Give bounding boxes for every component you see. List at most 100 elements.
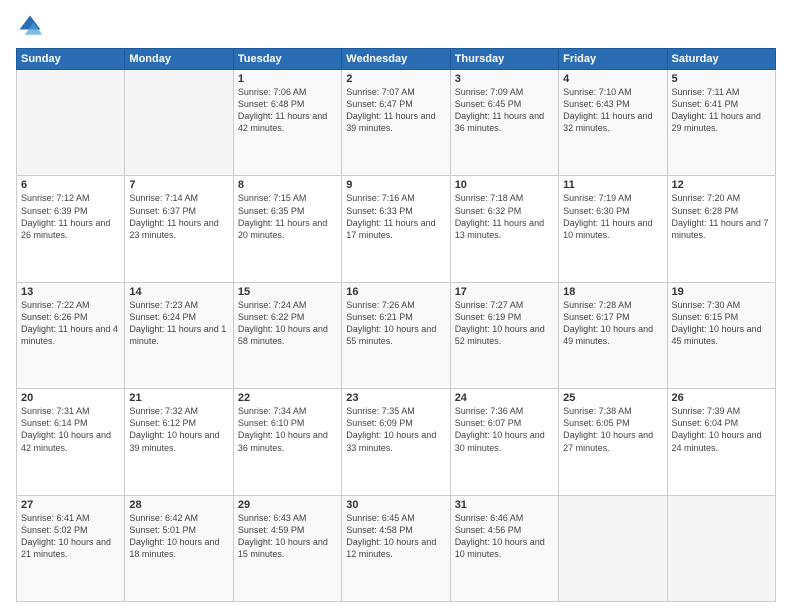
day-info: Sunrise: 7:36 AM Sunset: 6:07 PM Dayligh… [455, 405, 554, 454]
calendar-cell: 19Sunrise: 7:30 AM Sunset: 6:15 PM Dayli… [667, 282, 775, 388]
calendar-cell: 11Sunrise: 7:19 AM Sunset: 6:30 PM Dayli… [559, 176, 667, 282]
logo-icon [16, 12, 44, 40]
day-info: Sunrise: 7:23 AM Sunset: 6:24 PM Dayligh… [129, 299, 228, 348]
day-info: Sunrise: 7:32 AM Sunset: 6:12 PM Dayligh… [129, 405, 228, 454]
calendar-cell: 27Sunrise: 6:41 AM Sunset: 5:02 PM Dayli… [17, 495, 125, 601]
day-info: Sunrise: 7:14 AM Sunset: 6:37 PM Dayligh… [129, 192, 228, 241]
calendar-cell: 15Sunrise: 7:24 AM Sunset: 6:22 PM Dayli… [233, 282, 341, 388]
calendar-cell: 13Sunrise: 7:22 AM Sunset: 6:26 PM Dayli… [17, 282, 125, 388]
day-info: Sunrise: 7:09 AM Sunset: 6:45 PM Dayligh… [455, 86, 554, 135]
calendar-cell: 21Sunrise: 7:32 AM Sunset: 6:12 PM Dayli… [125, 389, 233, 495]
day-info: Sunrise: 7:07 AM Sunset: 6:47 PM Dayligh… [346, 86, 445, 135]
day-number: 29 [238, 499, 337, 511]
calendar-cell: 12Sunrise: 7:20 AM Sunset: 6:28 PM Dayli… [667, 176, 775, 282]
day-number: 25 [563, 392, 662, 404]
calendar-cell: 5Sunrise: 7:11 AM Sunset: 6:41 PM Daylig… [667, 70, 775, 176]
logo [16, 12, 48, 40]
day-info: Sunrise: 7:19 AM Sunset: 6:30 PM Dayligh… [563, 192, 662, 241]
day-info: Sunrise: 7:24 AM Sunset: 6:22 PM Dayligh… [238, 299, 337, 348]
calendar-cell: 6Sunrise: 7:12 AM Sunset: 6:39 PM Daylig… [17, 176, 125, 282]
calendar-cell: 24Sunrise: 7:36 AM Sunset: 6:07 PM Dayli… [450, 389, 558, 495]
day-info: Sunrise: 7:16 AM Sunset: 6:33 PM Dayligh… [346, 192, 445, 241]
day-info: Sunrise: 7:15 AM Sunset: 6:35 PM Dayligh… [238, 192, 337, 241]
day-info: Sunrise: 7:11 AM Sunset: 6:41 PM Dayligh… [672, 86, 771, 135]
calendar-cell [125, 70, 233, 176]
day-number: 2 [346, 73, 445, 85]
day-number: 21 [129, 392, 228, 404]
calendar-table: SundayMondayTuesdayWednesdayThursdayFrid… [16, 48, 776, 602]
calendar-cell: 31Sunrise: 6:46 AM Sunset: 4:56 PM Dayli… [450, 495, 558, 601]
page: SundayMondayTuesdayWednesdayThursdayFrid… [0, 0, 792, 612]
day-info: Sunrise: 7:31 AM Sunset: 6:14 PM Dayligh… [21, 405, 120, 454]
weekday-header-sunday: Sunday [17, 49, 125, 70]
week-row-3: 13Sunrise: 7:22 AM Sunset: 6:26 PM Dayli… [17, 282, 776, 388]
day-number: 26 [672, 392, 771, 404]
day-info: Sunrise: 7:10 AM Sunset: 6:43 PM Dayligh… [563, 86, 662, 135]
day-number: 27 [21, 499, 120, 511]
calendar-header: SundayMondayTuesdayWednesdayThursdayFrid… [17, 49, 776, 70]
calendar: SundayMondayTuesdayWednesdayThursdayFrid… [16, 48, 776, 602]
calendar-cell: 23Sunrise: 7:35 AM Sunset: 6:09 PM Dayli… [342, 389, 450, 495]
calendar-body: 1Sunrise: 7:06 AM Sunset: 6:48 PM Daylig… [17, 70, 776, 602]
weekday-header-wednesday: Wednesday [342, 49, 450, 70]
day-number: 23 [346, 392, 445, 404]
day-info: Sunrise: 7:39 AM Sunset: 6:04 PM Dayligh… [672, 405, 771, 454]
weekday-header-friday: Friday [559, 49, 667, 70]
day-info: Sunrise: 7:22 AM Sunset: 6:26 PM Dayligh… [21, 299, 120, 348]
calendar-cell: 2Sunrise: 7:07 AM Sunset: 6:47 PM Daylig… [342, 70, 450, 176]
day-number: 13 [21, 286, 120, 298]
day-info: Sunrise: 7:38 AM Sunset: 6:05 PM Dayligh… [563, 405, 662, 454]
calendar-cell: 7Sunrise: 7:14 AM Sunset: 6:37 PM Daylig… [125, 176, 233, 282]
day-number: 16 [346, 286, 445, 298]
header [16, 12, 776, 40]
calendar-cell: 30Sunrise: 6:45 AM Sunset: 4:58 PM Dayli… [342, 495, 450, 601]
day-number: 30 [346, 499, 445, 511]
day-number: 10 [455, 179, 554, 191]
weekday-header-saturday: Saturday [667, 49, 775, 70]
calendar-cell: 26Sunrise: 7:39 AM Sunset: 6:04 PM Dayli… [667, 389, 775, 495]
calendar-cell: 3Sunrise: 7:09 AM Sunset: 6:45 PM Daylig… [450, 70, 558, 176]
day-info: Sunrise: 7:12 AM Sunset: 6:39 PM Dayligh… [21, 192, 120, 241]
day-number: 31 [455, 499, 554, 511]
calendar-cell: 17Sunrise: 7:27 AM Sunset: 6:19 PM Dayli… [450, 282, 558, 388]
day-number: 3 [455, 73, 554, 85]
day-number: 24 [455, 392, 554, 404]
day-number: 11 [563, 179, 662, 191]
day-number: 20 [21, 392, 120, 404]
calendar-cell: 9Sunrise: 7:16 AM Sunset: 6:33 PM Daylig… [342, 176, 450, 282]
calendar-cell: 1Sunrise: 7:06 AM Sunset: 6:48 PM Daylig… [233, 70, 341, 176]
day-info: Sunrise: 7:18 AM Sunset: 6:32 PM Dayligh… [455, 192, 554, 241]
calendar-cell: 4Sunrise: 7:10 AM Sunset: 6:43 PM Daylig… [559, 70, 667, 176]
day-info: Sunrise: 7:06 AM Sunset: 6:48 PM Dayligh… [238, 86, 337, 135]
calendar-cell [17, 70, 125, 176]
calendar-cell: 28Sunrise: 6:42 AM Sunset: 5:01 PM Dayli… [125, 495, 233, 601]
weekday-header-thursday: Thursday [450, 49, 558, 70]
day-number: 4 [563, 73, 662, 85]
day-number: 14 [129, 286, 228, 298]
day-number: 9 [346, 179, 445, 191]
day-info: Sunrise: 7:20 AM Sunset: 6:28 PM Dayligh… [672, 192, 771, 241]
weekday-header-monday: Monday [125, 49, 233, 70]
day-number: 28 [129, 499, 228, 511]
week-row-4: 20Sunrise: 7:31 AM Sunset: 6:14 PM Dayli… [17, 389, 776, 495]
weekday-header-row: SundayMondayTuesdayWednesdayThursdayFrid… [17, 49, 776, 70]
week-row-2: 6Sunrise: 7:12 AM Sunset: 6:39 PM Daylig… [17, 176, 776, 282]
calendar-cell: 18Sunrise: 7:28 AM Sunset: 6:17 PM Dayli… [559, 282, 667, 388]
calendar-cell: 14Sunrise: 7:23 AM Sunset: 6:24 PM Dayli… [125, 282, 233, 388]
day-number: 17 [455, 286, 554, 298]
day-number: 18 [563, 286, 662, 298]
day-number: 7 [129, 179, 228, 191]
day-number: 8 [238, 179, 337, 191]
day-number: 12 [672, 179, 771, 191]
calendar-cell: 29Sunrise: 6:43 AM Sunset: 4:59 PM Dayli… [233, 495, 341, 601]
day-info: Sunrise: 6:46 AM Sunset: 4:56 PM Dayligh… [455, 512, 554, 561]
day-info: Sunrise: 7:26 AM Sunset: 6:21 PM Dayligh… [346, 299, 445, 348]
day-number: 1 [238, 73, 337, 85]
day-info: Sunrise: 6:45 AM Sunset: 4:58 PM Dayligh… [346, 512, 445, 561]
calendar-cell [559, 495, 667, 601]
calendar-cell: 22Sunrise: 7:34 AM Sunset: 6:10 PM Dayli… [233, 389, 341, 495]
day-number: 5 [672, 73, 771, 85]
calendar-cell: 16Sunrise: 7:26 AM Sunset: 6:21 PM Dayli… [342, 282, 450, 388]
calendar-cell: 8Sunrise: 7:15 AM Sunset: 6:35 PM Daylig… [233, 176, 341, 282]
day-info: Sunrise: 7:28 AM Sunset: 6:17 PM Dayligh… [563, 299, 662, 348]
